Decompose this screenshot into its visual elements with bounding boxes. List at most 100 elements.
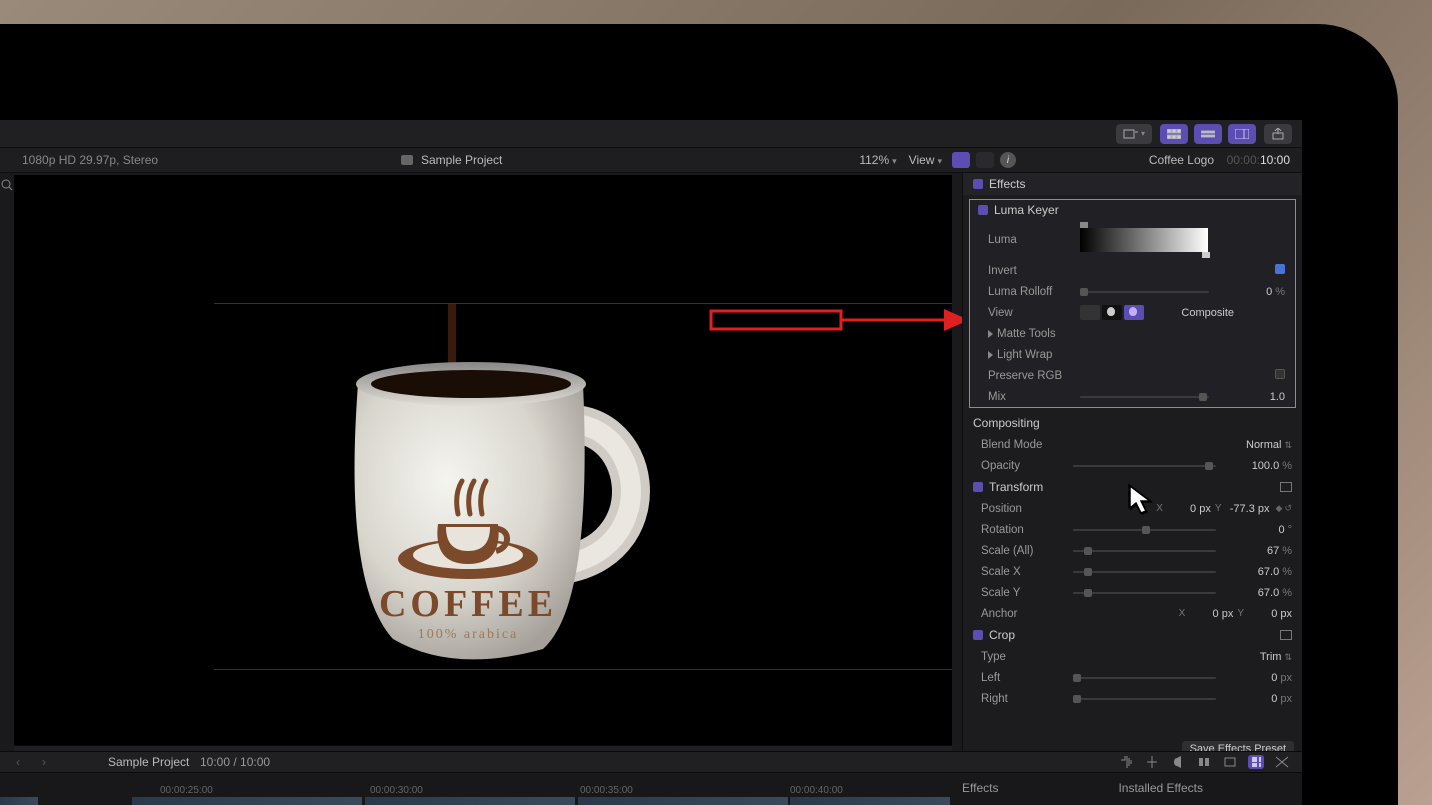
- crop-right-slider[interactable]: [1073, 698, 1216, 700]
- inspector-clip-name: Coffee Logo: [1149, 153, 1214, 167]
- compositing-header[interactable]: Compositing: [963, 412, 1302, 434]
- history-back-button[interactable]: ‹: [16, 755, 20, 769]
- opacity-value[interactable]: 100.0%: [1216, 460, 1292, 472]
- index-button[interactable]: [1222, 755, 1238, 769]
- inspector-panel: Effects Luma Keyer Luma Invert: [962, 173, 1302, 759]
- luma-rolloff-row: Luma Rolloff 0%: [970, 281, 1295, 302]
- clip-icon: [401, 155, 413, 165]
- luma-top-handle[interactable]: [1080, 222, 1088, 228]
- scale-all-value[interactable]: 67%: [1216, 545, 1292, 557]
- scale-y-value[interactable]: 67.0%: [1216, 587, 1292, 599]
- keyframe-button[interactable]: ◆: [1276, 503, 1283, 514]
- rolloff-value[interactable]: 0%: [1209, 286, 1285, 298]
- installed-effects-tab[interactable]: Installed Effects: [1118, 781, 1203, 795]
- toolbar-secondary: 1080p HD 29.97p, Stereo Sample Project 1…: [0, 148, 1302, 173]
- view-matte-button[interactable]: [1102, 305, 1122, 320]
- timeline-tick: 00:00:35:00: [580, 785, 633, 796]
- opacity-slider[interactable]: [1073, 465, 1216, 467]
- audio-skimming-button[interactable]: [1118, 755, 1134, 769]
- mix-slider[interactable]: [1080, 396, 1209, 398]
- luma-keyer-title[interactable]: Luma Keyer: [970, 200, 1295, 220]
- layout-browser-button[interactable]: [1160, 124, 1188, 144]
- rotation-value[interactable]: 0°: [1216, 524, 1292, 536]
- view-dropdown[interactable]: View: [909, 153, 942, 167]
- invert-checkbox[interactable]: [1275, 264, 1285, 274]
- anchor-x-value[interactable]: 0 px: [1189, 608, 1233, 620]
- layout-inspector-button[interactable]: [1228, 124, 1256, 144]
- mix-row: Mix 1.0: [970, 386, 1295, 407]
- import-menu-button[interactable]: ▾: [1116, 124, 1152, 144]
- view-row: View Composite: [970, 302, 1295, 323]
- anchor-row: Anchor X0 px Y0 px: [963, 603, 1302, 624]
- format-status: 1080p HD 29.97p, Stereo: [22, 153, 158, 167]
- mix-value[interactable]: 1.0: [1209, 391, 1285, 403]
- view-value: Composite: [1144, 307, 1234, 319]
- view-original-button[interactable]: [1080, 305, 1100, 320]
- svg-text:100% arabica: 100% arabica: [418, 627, 519, 642]
- timeline-clip[interactable]: [132, 797, 362, 805]
- effects-tab[interactable]: Effects: [962, 781, 998, 795]
- solo-button[interactable]: [1170, 755, 1186, 769]
- view-composite-button[interactable]: [1124, 305, 1144, 320]
- viewer-content-mug: COFFEE 100% arabica: [283, 304, 683, 684]
- luma-bottom-handle[interactable]: [1202, 252, 1210, 258]
- position-x-value[interactable]: 0 px: [1167, 503, 1211, 515]
- timeline-tick: 00:00:40:00: [790, 785, 843, 796]
- crop-left-value[interactable]: 0px: [1216, 672, 1292, 684]
- timeline-clip[interactable]: [365, 797, 575, 805]
- effects-checkbox-icon[interactable]: [973, 179, 983, 189]
- scale-x-value[interactable]: 67.0%: [1216, 566, 1292, 578]
- transitions-browser-button[interactable]: [1274, 755, 1290, 769]
- transform-reset-button[interactable]: [1280, 482, 1292, 492]
- layout-timeline-button[interactable]: [1194, 124, 1222, 144]
- transform-checkbox[interactable]: [973, 482, 983, 492]
- luma-label: Luma: [988, 234, 1080, 246]
- crop-checkbox[interactable]: [973, 630, 983, 640]
- project-title-group: Sample Project: [401, 153, 502, 167]
- zoom-dropdown[interactable]: 112%: [859, 153, 896, 167]
- history-forward-button[interactable]: ›: [42, 755, 46, 769]
- timeline-clip[interactable]: [0, 797, 38, 805]
- preserve-rgb-checkbox[interactable]: [1275, 369, 1285, 379]
- light-wrap-row[interactable]: Light Wrap: [970, 344, 1295, 365]
- share-button[interactable]: [1264, 124, 1292, 144]
- color-inspector-tab[interactable]: [976, 152, 994, 168]
- search-icon[interactable]: [1, 179, 13, 194]
- video-inspector-tab[interactable]: [952, 152, 970, 168]
- rolloff-slider[interactable]: [1080, 291, 1209, 293]
- rotation-slider[interactable]: [1073, 529, 1216, 531]
- matte-tools-disclosure-icon[interactable]: [988, 330, 993, 338]
- anchor-y-value[interactable]: 0 px: [1248, 608, 1292, 620]
- effects-header[interactable]: Effects: [963, 173, 1302, 195]
- viewer-canvas[interactable]: COFFEE 100% arabica: [14, 175, 952, 745]
- crop-reset-button[interactable]: [1280, 630, 1292, 640]
- app-window: ▾ 1080p HD 29.97p, Stereo Sample Project…: [0, 120, 1302, 805]
- timeline-clip[interactable]: [578, 797, 788, 805]
- crop-right-value[interactable]: 0px: [1216, 693, 1292, 705]
- transform-header[interactable]: Transform: [963, 476, 1302, 498]
- info-inspector-tab[interactable]: i: [1000, 152, 1016, 168]
- light-wrap-disclosure-icon[interactable]: [988, 351, 993, 359]
- timeline-tick: 00:00:30:00: [370, 785, 423, 796]
- timeline-clip[interactable]: [790, 797, 950, 805]
- luma-keyer-checkbox[interactable]: [978, 205, 988, 215]
- timeline-duration: 10:00 / 10:00: [200, 755, 270, 769]
- timeline[interactable]: 00:00:25:00 00:00:30:00 00:00:35:00 00:0…: [0, 773, 1302, 805]
- crop-left-slider[interactable]: [1073, 677, 1216, 679]
- effects-browser-button[interactable]: [1248, 755, 1264, 769]
- matte-tools-row[interactable]: Matte Tools: [970, 323, 1295, 344]
- scale-all-slider[interactable]: [1073, 550, 1216, 552]
- scale-y-slider[interactable]: [1073, 592, 1216, 594]
- reset-parameter-button[interactable]: ↺: [1284, 503, 1292, 514]
- position-y-value[interactable]: -77.3 px: [1226, 503, 1270, 515]
- timeline-project-name[interactable]: Sample Project: [108, 755, 189, 769]
- crop-type-select[interactable]: Trim: [1216, 651, 1292, 663]
- inspector-clip-duration: 00:00:10:00: [1227, 153, 1290, 167]
- skimming-button[interactable]: [1144, 755, 1160, 769]
- blend-mode-select[interactable]: Normal: [1216, 439, 1292, 451]
- project-name: Sample Project: [421, 153, 502, 167]
- scale-x-slider[interactable]: [1073, 571, 1216, 573]
- snapping-button[interactable]: [1196, 755, 1212, 769]
- luma-gradient[interactable]: [1080, 228, 1208, 252]
- crop-header[interactable]: Crop: [963, 624, 1302, 646]
